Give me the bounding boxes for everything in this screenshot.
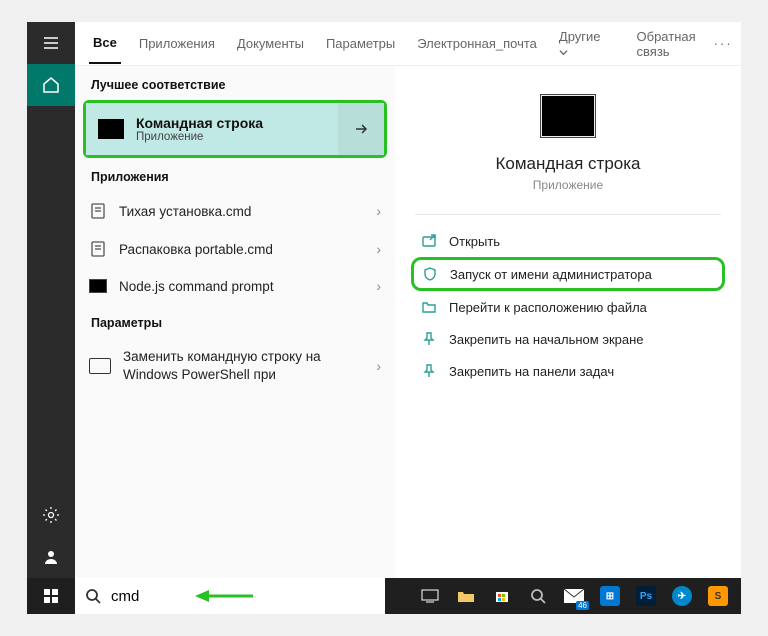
open-icon xyxy=(421,233,437,249)
pin-icon xyxy=(421,363,437,379)
search-input[interactable]: cmd xyxy=(75,578,385,614)
preview-subtitle: Приложение xyxy=(415,178,721,192)
top-result[interactable]: Командная строка Приложение xyxy=(86,103,338,155)
action-open-location[interactable]: Перейти к расположению файла xyxy=(415,291,721,323)
explorer-button[interactable] xyxy=(449,578,483,614)
app-button[interactable]: ⊞ xyxy=(593,578,627,614)
annotation-arrow-icon xyxy=(195,586,255,606)
chevron-right-icon: › xyxy=(376,241,381,257)
taskview-button[interactable] xyxy=(413,578,447,614)
tab-other[interactable]: Другие xyxy=(555,17,605,71)
result-item[interactable]: Заменить командную строку на Windows Pow… xyxy=(75,338,395,393)
preview-panel: Командная строка Приложение Открыть Запу… xyxy=(395,66,741,578)
top-result-title: Командная строка xyxy=(136,115,263,131)
shield-icon xyxy=(422,266,438,282)
feedback-link[interactable]: Обратная связь xyxy=(633,17,700,71)
tab-email[interactable]: Электронная_почта xyxy=(413,24,541,63)
cmd-icon xyxy=(98,119,124,139)
telegram-button[interactable]: ✈ xyxy=(665,578,699,614)
divider xyxy=(415,214,721,215)
store-button[interactable] xyxy=(485,578,519,614)
action-pin-taskbar[interactable]: Закрепить на панели задач xyxy=(415,355,721,387)
tab-all[interactable]: Все xyxy=(89,23,121,64)
expand-arrow-button[interactable] xyxy=(338,103,384,155)
applications-header: Приложения xyxy=(75,158,395,192)
best-match-header: Лучшее соответствие xyxy=(75,66,395,100)
taskbar-apps: 46 ⊞ Ps ✈ S xyxy=(413,578,741,614)
tab-parameters[interactable]: Параметры xyxy=(322,24,399,63)
document-icon xyxy=(89,240,107,258)
search-tabs: Все Приложения Документы Параметры Элект… xyxy=(75,22,741,66)
chevron-right-icon: › xyxy=(376,358,381,374)
tab-documents[interactable]: Документы xyxy=(233,24,308,63)
photoshop-button[interactable]: Ps xyxy=(629,578,663,614)
search-icon xyxy=(85,588,101,604)
hamburger-button[interactable] xyxy=(27,22,75,64)
tab-apps[interactable]: Приложения xyxy=(135,24,219,63)
more-options-button[interactable]: ··· xyxy=(714,36,733,51)
result-item[interactable]: Распаковка portable.cmd › xyxy=(75,230,395,268)
pin-icon xyxy=(421,331,437,347)
results-panel: Лучшее соответствие Командная строка При… xyxy=(75,66,395,578)
preview-app-icon xyxy=(540,94,596,138)
sidebar xyxy=(27,22,75,578)
mail-badge: 46 xyxy=(576,601,589,610)
folder-icon xyxy=(421,299,437,315)
settings-item-icon xyxy=(89,358,111,374)
settings-button[interactable] xyxy=(27,494,75,536)
cmd-icon xyxy=(89,279,107,293)
parameters-header: Параметры xyxy=(75,304,395,338)
start-button[interactable] xyxy=(27,578,75,614)
sublime-button[interactable]: S xyxy=(701,578,735,614)
home-button[interactable] xyxy=(27,64,75,106)
result-item[interactable]: Тихая установка.cmd › xyxy=(75,192,395,230)
mail-button[interactable]: 46 xyxy=(557,578,591,614)
top-result-highlight: Командная строка Приложение xyxy=(83,100,387,158)
search-query: cmd xyxy=(111,588,139,605)
action-open[interactable]: Открыть xyxy=(415,225,721,257)
magnifier-button[interactable] xyxy=(521,578,555,614)
taskbar: cmd 46 ⊞ Ps ✈ S xyxy=(27,578,741,614)
result-item[interactable]: Node.js command prompt › xyxy=(75,268,395,304)
top-result-subtitle: Приложение xyxy=(136,131,263,143)
chevron-right-icon: › xyxy=(376,278,381,294)
preview-title: Командная строка xyxy=(415,154,721,174)
action-run-as-admin[interactable]: Запуск от имени администратора xyxy=(411,257,725,291)
account-button[interactable] xyxy=(27,536,75,578)
action-pin-start[interactable]: Закрепить на начальном экране xyxy=(415,323,721,355)
document-icon xyxy=(89,202,107,220)
chevron-right-icon: › xyxy=(376,203,381,219)
